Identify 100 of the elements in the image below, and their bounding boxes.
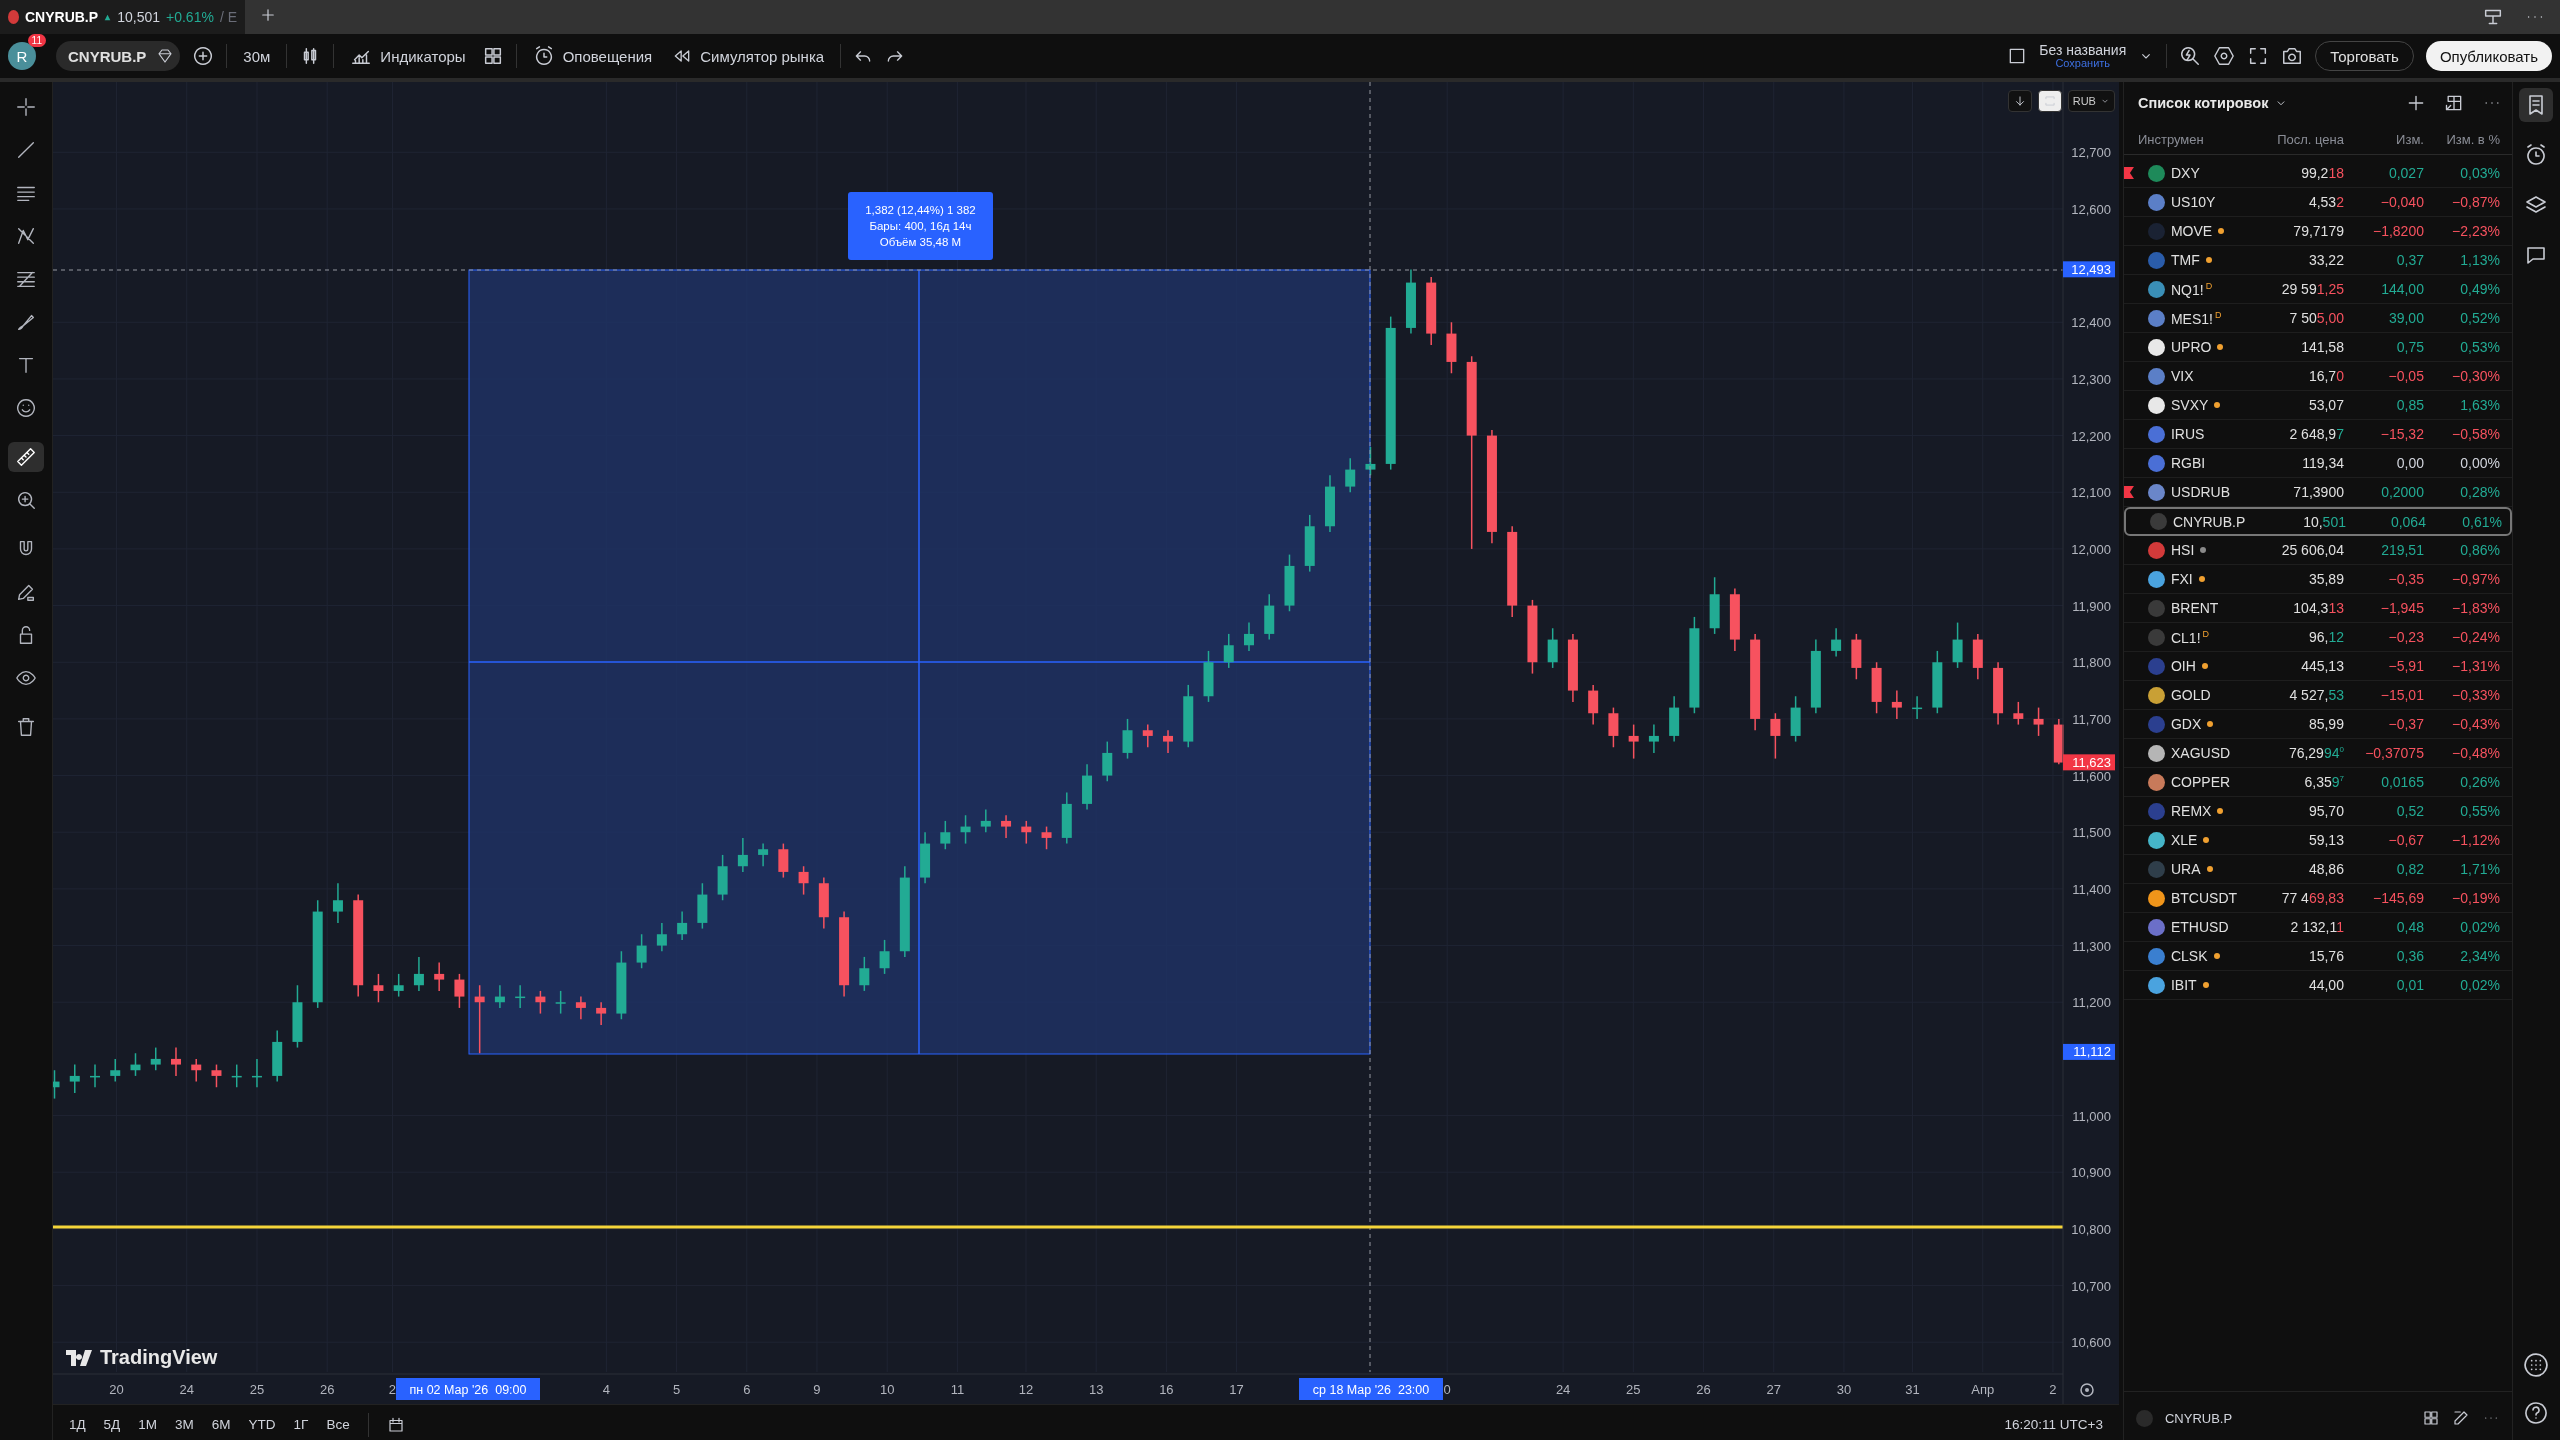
scroll-down-button[interactable] xyxy=(2007,90,2032,112)
change-percent-cell-text: 1,63% xyxy=(2459,397,2500,413)
range-button[interactable]: 1Д xyxy=(68,1417,86,1432)
price-cell-text: 16,70 xyxy=(2307,368,2344,384)
column-header[interactable]: Изм. xyxy=(2343,131,2424,147)
calendar-icon[interactable] xyxy=(386,1415,405,1434)
price-cell-text: 96,12 xyxy=(2307,629,2344,645)
symbol-search-button[interactable]: CNYRUB.P xyxy=(56,41,181,71)
price-tick: 12,000 xyxy=(2071,541,2111,557)
publish-button[interactable]: Опубликовать xyxy=(2425,41,2552,71)
watchlist-row[interactable]: VIX 16,70 −0,05 −0,30% xyxy=(2123,362,2512,391)
range-button[interactable]: 1Г xyxy=(293,1417,309,1432)
diamond-icon[interactable] xyxy=(156,47,175,65)
chart-tab[interactable]: CNYRUB.P 10,501 +0.61% / E xyxy=(0,0,245,34)
plus-icon[interactable] xyxy=(259,6,277,24)
watchlist-row[interactable]: CNYRUB.P 10,501 0,064 0,61% xyxy=(2123,507,2512,536)
tab-change: +0.61% xyxy=(166,9,214,25)
candle xyxy=(110,1058,121,1083)
watchlist-row[interactable]: GDX 85,99 −0,37 −0,43% xyxy=(2123,710,2512,739)
candle xyxy=(656,922,667,952)
watchlist-row[interactable]: GOLD 4 527,53 −15,01 −0,33% xyxy=(2123,681,2512,710)
column-header[interactable]: Изм. в % xyxy=(2423,131,2500,147)
watchlist-row[interactable]: NQ1!$^{D}$ 29 591,25 144,00 0,49% xyxy=(2123,275,2512,304)
settings-icon[interactable] xyxy=(2080,1383,2094,1397)
symbol-name: MES1!$^{D}$ xyxy=(2170,309,2222,327)
replay-button[interactable]: Симулятор рынка xyxy=(668,46,829,66)
time-tick: 16 xyxy=(1159,1382,1174,1397)
auto-scale-button[interactable] xyxy=(2037,90,2062,112)
layout-name[interactable]: Без названия xyxy=(2039,42,2127,58)
change-percent-cell-text: 1,71% xyxy=(2459,861,2500,877)
change-percent-cell-text: −0,19% xyxy=(2451,890,2500,906)
change-cell-text: −145,69 xyxy=(2371,890,2424,906)
candle xyxy=(1324,474,1335,533)
price-cell-text: 4 527,53 xyxy=(2288,687,2344,703)
watchlist-row[interactable]: TMF 33,22 0,37 1,13% xyxy=(2123,246,2512,275)
candle xyxy=(1243,621,1254,652)
range-button[interactable]: 6М xyxy=(211,1417,231,1432)
symbol-name: CNYRUB.P xyxy=(2164,1410,2233,1426)
save-link[interactable]: Сохранить xyxy=(2055,57,2111,70)
watchlist-title[interactable]: Список котировок xyxy=(2137,95,2289,111)
watchlist-row[interactable]: BRENT 104,313 −1,945 −1,83% xyxy=(2123,594,2512,623)
candle xyxy=(434,961,445,992)
watchlist-row[interactable]: UPRO 141,58 0,75 0,53% xyxy=(2123,333,2512,362)
table-icon[interactable] xyxy=(2443,93,2464,113)
watchlist-row[interactable]: DXY 99,218 0,027 0,03% xyxy=(2123,159,2512,188)
watchlist-row[interactable]: URA 48,86 0,82 1,71% xyxy=(2123,855,2512,884)
column-header[interactable]: Инструмен xyxy=(2123,131,2262,147)
watchlist-row[interactable]: RGBI 119,34 0,00 0,00% xyxy=(2123,449,2512,478)
currency-button[interactable]: RUB xyxy=(2067,90,2115,112)
watchlist-row[interactable]: OIH 445,13 −5,91 −1,31% xyxy=(2123,652,2512,681)
watchlist-row[interactable]: SVXY 53,07 0,85 1,63% xyxy=(2123,391,2512,420)
add-symbol-icon[interactable] xyxy=(192,45,215,67)
price-cell-text: 85,99 xyxy=(2307,716,2344,732)
indicators-button[interactable]: Индикаторы xyxy=(346,45,470,67)
interval-button[interactable]: 30м xyxy=(239,47,275,65)
candle xyxy=(798,865,809,896)
ruler-icon[interactable] xyxy=(7,442,44,472)
symbol-name: NQ1!$^{D}$ xyxy=(2170,280,2213,298)
change-percent-cell-text: 0,55% xyxy=(2459,803,2500,819)
watchlist-row[interactable]: HSI 25 606,04 219,51 0,86% xyxy=(2123,536,2512,565)
candle xyxy=(677,910,688,941)
watchlist-row[interactable]: CL1!$^{D}$ 96,12 −0,23 −0,24% xyxy=(2123,623,2512,652)
apps-icon[interactable] xyxy=(2523,1352,2550,1378)
watchlist-row[interactable]: CLSK 15,76 0,36 2,34% xyxy=(2123,942,2512,971)
watchlist-row[interactable]: IRUS 2 648,97 −15,32 −0,58% xyxy=(2123,420,2512,449)
watchlist-row[interactable]: USDRUB 71,3900 0,2000 0,28% xyxy=(2123,478,2512,507)
change-cell-text: −0,040 xyxy=(2379,194,2424,210)
watchlist-row[interactable]: MES1!$^{D}$ 7 505,00 39,00 0,52% xyxy=(2123,304,2512,333)
camera-icon[interactable] xyxy=(2281,45,2304,67)
symbol-name: HSI xyxy=(2170,542,2195,558)
settings-icon[interactable] xyxy=(2213,45,2236,67)
watchlist-row[interactable]: XLE 59,13 −0,67 −1,12% xyxy=(2123,826,2512,855)
watchlist-row[interactable]: US10Y 4,532 −0,040 −0,87% xyxy=(2123,188,2512,217)
range-button[interactable]: 3М xyxy=(175,1417,194,1432)
range-button[interactable]: Все xyxy=(326,1417,350,1432)
watchlist-row[interactable]: ETHUSD 2 132,11 0,48 0,02% xyxy=(2123,913,2512,942)
candle xyxy=(1223,633,1234,669)
watchlist-row[interactable]: XAGUSD 76,2994$^{0}$ −0,37075 −0,48% xyxy=(2123,739,2512,768)
edit-icon[interactable] xyxy=(2451,1409,2470,1427)
candle xyxy=(758,842,769,867)
column-header[interactable]: Посл. цена xyxy=(2261,131,2344,147)
grid-icon[interactable] xyxy=(2421,1409,2440,1427)
change-percent-cell-text: −0,97% xyxy=(2451,571,2500,587)
candle xyxy=(1203,650,1214,703)
alerts-button[interactable]: Оповещения xyxy=(528,45,657,67)
help-icon[interactable] xyxy=(2524,1401,2549,1425)
range-button[interactable]: 1М xyxy=(138,1417,158,1432)
watchlist-row[interactable]: MOVE 79,7179 −1,8200 −2,23% xyxy=(2123,217,2512,246)
quick-search-icon[interactable] xyxy=(2179,45,2202,67)
watchlist-row[interactable]: COPPER 6,359$^{7}$ 0,0165 0,26% xyxy=(2123,768,2512,797)
range-button[interactable]: YTD xyxy=(248,1417,276,1432)
watchlist-row[interactable]: BTCUSDT 77 469,83 −145,69 −0,19% xyxy=(2123,884,2512,913)
watchlist-row[interactable]: REMX 95,70 0,52 0,55% xyxy=(2123,797,2512,826)
price-tick: 12,200 xyxy=(2071,428,2111,444)
change-cell-text: −1,8200 xyxy=(2371,223,2424,239)
watchlist-row[interactable]: IBIT 44,00 0,01 0,02% xyxy=(2123,971,2512,1000)
range-button[interactable]: 5Д xyxy=(103,1417,121,1432)
candle xyxy=(616,950,627,1020)
watchlist-row[interactable]: FXI 35,89 −0,35 −0,97% xyxy=(2123,565,2512,594)
change-cell-text: 0,01 xyxy=(2395,977,2424,993)
